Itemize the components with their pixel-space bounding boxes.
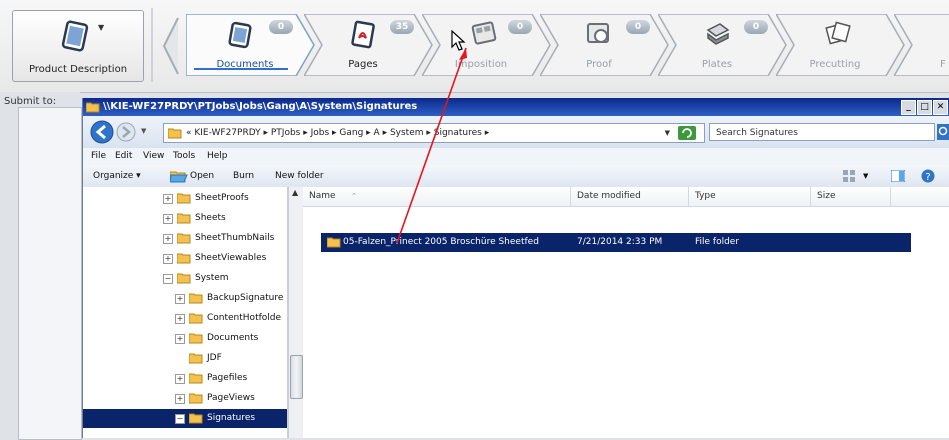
mouse-cursor-icon <box>451 30 466 51</box>
drag-arrow-annotation <box>396 47 467 244</box>
